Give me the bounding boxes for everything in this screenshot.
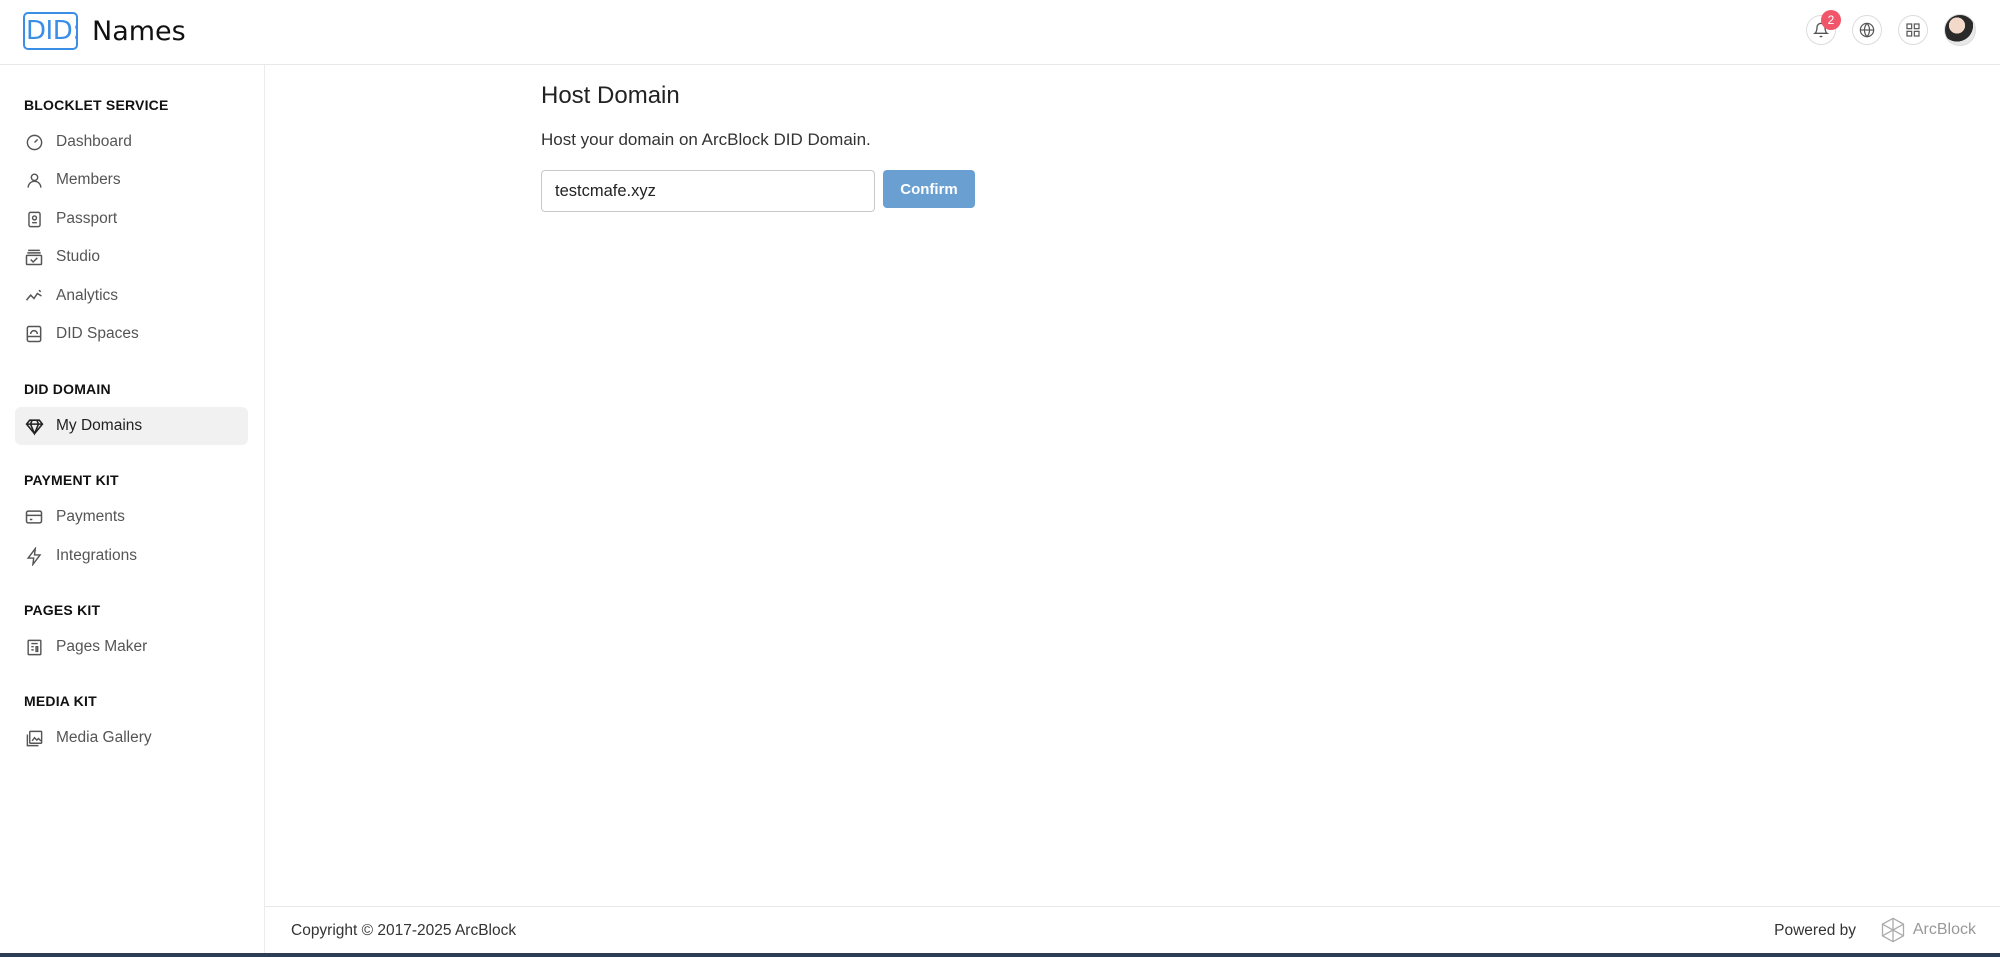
sidebar-item-studio[interactable]: Studio <box>15 238 248 276</box>
globe-icon <box>1859 22 1875 38</box>
notification-badge: 2 <box>1821 10 1841 30</box>
sidebar-item-label: Studio <box>56 248 100 265</box>
section-title-blocklet-service: BLOCKLET SERVICE <box>24 97 169 113</box>
window-bottom-edge <box>0 953 2000 957</box>
section-title-pages-kit: PAGES KIT <box>24 602 101 618</box>
gauge-icon <box>24 132 44 152</box>
sidebar-item-pages-maker[interactable]: Pages Maker <box>15 628 248 666</box>
credit-card-icon <box>24 507 44 527</box>
apps-button[interactable] <box>1898 15 1928 45</box>
drive-icon <box>24 324 44 344</box>
section-title-payment-kit: PAYMENT KIT <box>24 472 119 488</box>
passport-icon <box>24 209 44 229</box>
sidebar-item-label: Members <box>56 171 121 188</box>
arcblock-brand-text: ArcBlock <box>1912 921 1976 938</box>
analytics-icon <box>24 286 44 306</box>
page-description: Host your domain on ArcBlock DID Domain. <box>541 130 871 149</box>
user-icon <box>24 170 44 190</box>
newspaper-icon <box>24 637 44 657</box>
sidebar-item-label: Analytics <box>56 287 119 304</box>
sidebar-item-dashboard[interactable]: Dashboard <box>15 123 248 161</box>
confirm-button[interactable]: Confirm <box>883 170 975 208</box>
sidebar-item-label: Passport <box>56 210 118 227</box>
did-logo-mark: DID: <box>23 12 81 50</box>
powered-by-text: Powered by <box>1774 922 1856 939</box>
sidebar-item-analytics[interactable]: Analytics <box>15 277 248 315</box>
app-header: DID: Names 2 <box>0 0 2000 65</box>
sidebar-item-members[interactable]: Members <box>15 161 248 199</box>
sidebar-item-label: Media Gallery <box>56 729 152 746</box>
language-button[interactable] <box>1852 15 1882 45</box>
sidebar-item-my-domains[interactable]: My Domains <box>15 407 248 445</box>
sidebar-item-label: Payments <box>56 508 125 525</box>
sidebar: BLOCKLET SERVICE Dashboard Members Passp… <box>0 65 265 957</box>
arcblock-brand-link[interactable]: ArcBlock <box>1879 916 1976 944</box>
sidebar-item-integrations[interactable]: Integrations <box>15 537 248 575</box>
section-title-did-domain: DID DOMAIN <box>24 381 111 397</box>
studio-icon <box>24 247 44 267</box>
arcblock-logo-icon <box>1881 917 1905 943</box>
sidebar-item-label: My Domains <box>56 417 143 434</box>
sidebar-item-passport[interactable]: Passport <box>15 200 248 238</box>
domain-input[interactable] <box>541 170 875 212</box>
app-logo[interactable]: DID: Names <box>23 12 186 50</box>
grid-icon <box>1906 23 1920 37</box>
sidebar-item-did-spaces[interactable]: DID Spaces <box>15 315 248 353</box>
section-title-media-kit: MEDIA KIT <box>24 693 97 709</box>
notifications-button[interactable]: 2 <box>1806 10 1841 45</box>
sidebar-item-media-gallery[interactable]: Media Gallery <box>15 719 248 757</box>
copyright-text: Copyright © 2017-2025 ArcBlock <box>291 922 517 939</box>
footer: Copyright © 2017-2025 ArcBlock Powered b… <box>265 906 2000 954</box>
diamond-icon <box>24 416 44 436</box>
header-actions: 2 <box>1806 10 1976 46</box>
sidebar-item-label: Dashboard <box>56 133 132 150</box>
sidebar-item-label: Integrations <box>56 547 137 564</box>
lightning-icon <box>24 546 44 566</box>
sidebar-item-payments[interactable]: Payments <box>15 498 248 536</box>
page-title: Host Domain <box>541 82 680 109</box>
sidebar-item-label: DID Spaces <box>56 325 139 342</box>
app-name: Names <box>92 15 186 47</box>
gallery-icon <box>24 728 44 748</box>
user-avatar[interactable] <box>1944 14 1976 46</box>
sidebar-item-label: Pages Maker <box>56 638 148 655</box>
